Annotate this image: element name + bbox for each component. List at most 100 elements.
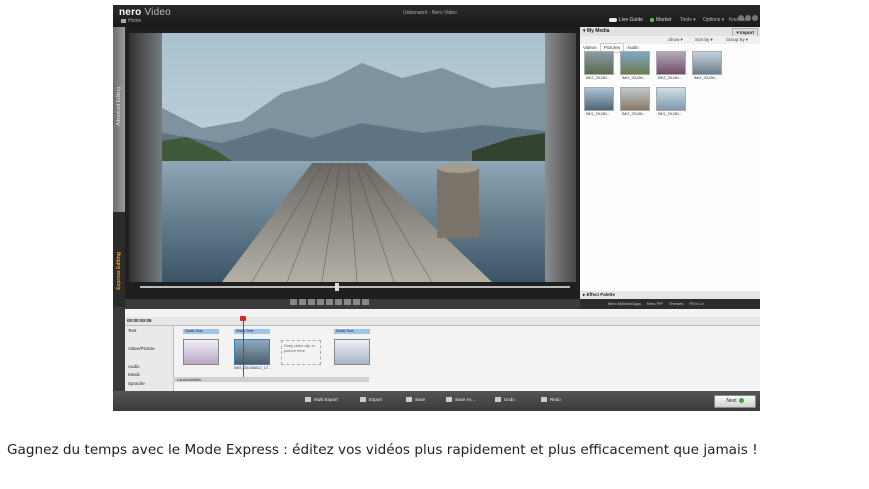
undo-button[interactable]: Undo <box>495 397 515 403</box>
product-name: Video <box>144 7 171 18</box>
express-editing-tab[interactable]: Express Editing <box>113 212 125 307</box>
preview-scrub-bar[interactable] <box>140 286 570 288</box>
text-clip[interactable]: Static Text <box>234 329 270 334</box>
nero-logo: nero Video <box>119 7 171 18</box>
effect-palette-label: Effect Palette <box>586 292 616 297</box>
express-editing-label: Express Editing <box>116 252 122 290</box>
window-controls <box>737 8 758 26</box>
export-icon <box>360 397 366 403</box>
playhead-handle[interactable] <box>240 316 246 321</box>
multi-export-label: Multi Export <box>314 397 338 402</box>
scrub-handle[interactable] <box>335 283 339 291</box>
media-thumb-label: IMG_20180... <box>657 111 683 116</box>
forward-icon[interactable] <box>353 298 360 305</box>
export-button[interactable]: Export <box>360 397 383 403</box>
media-thumb[interactable] <box>656 87 686 111</box>
media-thumb[interactable] <box>692 51 722 75</box>
bottom-toolbar: Multi Export Export Save Save As ... Und… <box>113 391 760 411</box>
timeline: 00:00:00:05 Text Video/Picture Audio Mus… <box>125 309 760 391</box>
volume-icon[interactable] <box>362 298 369 305</box>
show-label: Show <box>668 37 680 42</box>
toggle-icon <box>609 17 617 22</box>
title-bar: nero Video Home Unbenannt - Nero Video Li… <box>113 5 760 27</box>
media-tabs: Videos Pictures Audio Show ▾ Sort by ▾ Gro… <box>580 36 760 53</box>
media-thumb-label: IMG_20180... <box>585 111 611 116</box>
media-thumb[interactable] <box>584 87 614 111</box>
window-title: Unbenannt - Nero Video <box>403 10 457 16</box>
group-by-dropdown[interactable]: Group by ▾ <box>726 36 748 44</box>
media-thumb[interactable] <box>620 87 650 111</box>
market-button[interactable]: Market <box>650 17 671 23</box>
caption-text: Gagnez du temps avec le Mode Express : é… <box>7 442 758 458</box>
rewind-icon[interactable] <box>335 298 342 305</box>
media-thumb-label: IMG_20180... <box>621 75 647 80</box>
redo-button[interactable]: Redo <box>541 397 561 403</box>
track-label-audio: Audio <box>128 364 140 369</box>
save-icon <box>406 397 412 403</box>
nero-video-window: nero Video Home Unbenannt - Nero Video Li… <box>113 5 760 411</box>
clip-drop-zone[interactable]: Drag video clip or picture here <box>281 340 321 365</box>
layout-icon[interactable] <box>308 298 315 305</box>
play-icon[interactable] <box>344 298 351 305</box>
advanced-editing-tab[interactable]: Advanced Editing <box>113 27 125 212</box>
effect-palette-header[interactable]: ▸ Effect Palette <box>580 291 760 299</box>
stop-icon[interactable] <box>326 298 333 305</box>
timecode: 00:00:00:05 <box>127 318 152 323</box>
fx-item[interactable]: Nero MyMonGaga <box>608 301 641 306</box>
show-dropdown[interactable]: Show ▾ <box>668 36 683 44</box>
close-icon[interactable] <box>752 15 758 21</box>
save-button[interactable]: Save <box>406 397 425 403</box>
redo-label: Redo <box>550 397 561 402</box>
my-media-header[interactable]: ▾ My Media ▾ Import <box>580 27 760 37</box>
my-media-title: My Media <box>586 28 610 34</box>
home-link[interactable]: Home <box>121 18 141 24</box>
sort-by-label: Sort by <box>695 37 710 42</box>
options-label: Options <box>703 17 721 23</box>
music-clip[interactable]: Landschaften <box>173 377 369 382</box>
market-label: Market <box>656 17 672 23</box>
next-button[interactable]: Next <box>714 395 756 408</box>
options-menu[interactable]: Options ▾ <box>703 17 724 23</box>
track-label-music: Musik <box>128 372 140 377</box>
text-clip[interactable]: Static Text <box>183 329 219 334</box>
minimize-icon[interactable] <box>738 15 744 21</box>
video-clip[interactable] <box>183 339 219 365</box>
import-label: Import <box>740 30 754 35</box>
preview-panel <box>125 27 580 305</box>
tools-menu[interactable]: Tools ▾ <box>680 17 696 23</box>
fx-item[interactable]: Themes <box>669 301 683 306</box>
export-label: Export <box>369 397 383 402</box>
multi-export-button[interactable]: Multi Export <box>305 397 338 403</box>
media-thumb[interactable] <box>620 51 650 75</box>
video-clip-selected[interactable] <box>234 339 270 365</box>
text-clip[interactable]: Static Text <box>334 329 370 334</box>
live-guide-toggle[interactable]: Live Guide <box>609 17 643 23</box>
aspect-icon[interactable] <box>299 298 306 305</box>
prev-frame-ghost <box>129 33 162 282</box>
clip-filename: IMG_20180812_17... <box>234 365 272 370</box>
fx-item[interactable]: Nero PiP <box>647 301 663 306</box>
save-as-icon <box>446 397 452 403</box>
advanced-editing-label: Advanced Editing <box>116 87 122 126</box>
snapshot-icon[interactable] <box>317 298 324 305</box>
arrow-right-icon <box>738 398 744 404</box>
media-thumb-label: IMG_20180... <box>693 75 719 80</box>
media-thumb[interactable] <box>584 51 614 75</box>
monitor-icon[interactable] <box>290 298 297 305</box>
track-labels: Text Video/Picture Audio Musik Sprache <box>125 326 174 391</box>
maximize-icon[interactable] <box>745 15 751 21</box>
playhead-line <box>243 317 244 377</box>
timeline-ruler[interactable] <box>125 317 760 326</box>
track-label-video: Video/Picture <box>128 346 155 351</box>
track-label-voice: Sprache <box>128 381 145 386</box>
group-by-label: Group by <box>726 37 745 42</box>
undo-icon <box>495 397 501 403</box>
media-panel: ▾ My Media ▾ Import Videos Pictures Audio … <box>580 27 760 299</box>
fx-item[interactable]: Fit in Ln <box>689 301 703 306</box>
save-as-button[interactable]: Save As ... <box>446 397 477 403</box>
media-thumb[interactable] <box>656 51 686 75</box>
sort-by-dropdown[interactable]: Sort by ▾ <box>695 36 713 44</box>
video-clip[interactable] <box>334 339 370 365</box>
save-as-label: Save As ... <box>455 397 477 402</box>
live-guide-label: Live Guide <box>619 17 643 23</box>
